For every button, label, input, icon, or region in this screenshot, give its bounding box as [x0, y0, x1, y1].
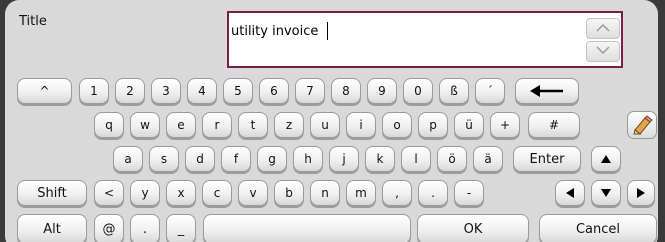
scroll-up-button[interactable] [586, 18, 620, 39]
cursor-left-button[interactable] [555, 180, 585, 206]
key-m[interactable]: m [346, 180, 376, 206]
key-hash[interactable]: # [528, 112, 580, 138]
key-b[interactable]: b [274, 180, 304, 206]
triangle-left-icon [566, 188, 574, 198]
key-8[interactable]: 8 [331, 78, 361, 104]
title-input-value: utility invoice [231, 24, 319, 39]
key-w[interactable]: w [130, 112, 160, 138]
key-5[interactable]: 5 [223, 78, 253, 104]
key-x[interactable]: x [166, 180, 196, 206]
backspace-arrow-icon [530, 85, 563, 97]
edit-button[interactable] [627, 111, 657, 139]
key-v[interactable]: v [238, 180, 268, 206]
key-plus[interactable]: + [490, 112, 520, 138]
title-label: Title [19, 14, 47, 29]
key-dot[interactable]: . [130, 214, 160, 242]
alt-key[interactable]: Alt [17, 214, 87, 242]
key-a-umlaut[interactable]: ä [473, 146, 503, 172]
key-underscore[interactable]: _ [166, 214, 196, 242]
key-7[interactable]: 7 [295, 78, 325, 104]
key-p[interactable]: p [418, 112, 448, 138]
key-t[interactable]: t [238, 112, 268, 138]
key-q[interactable]: q [94, 112, 124, 138]
soft-keyboard-screen: Title utility invoice ^ 1 2 3 4 5 6 7 8 … [0, 0, 665, 242]
cancel-button[interactable]: Cancel [539, 214, 657, 242]
chevron-up-icon [596, 22, 610, 35]
key-o-umlaut[interactable]: ö [437, 146, 467, 172]
cursor-right-button[interactable] [627, 180, 655, 206]
key-s[interactable]: s [149, 146, 179, 172]
key-u-umlaut[interactable]: ü [454, 112, 484, 138]
triangle-down-icon [601, 189, 611, 197]
ok-button[interactable]: OK [417, 214, 529, 242]
key-h[interactable]: h [293, 146, 323, 172]
key-3[interactable]: 3 [151, 78, 181, 104]
enter-key[interactable]: Enter [513, 146, 581, 172]
key-eszett[interactable]: ß [439, 78, 469, 104]
key-a[interactable]: a [113, 146, 143, 172]
key-c[interactable]: c [202, 180, 232, 206]
key-2[interactable]: 2 [115, 78, 145, 104]
chevron-down-icon [596, 45, 610, 58]
key-r[interactable]: r [202, 112, 232, 138]
key-d[interactable]: d [185, 146, 215, 172]
key-6[interactable]: 6 [259, 78, 289, 104]
key-z[interactable]: z [274, 112, 304, 138]
title-input[interactable]: utility invoice [227, 11, 623, 68]
key-e[interactable]: e [166, 112, 196, 138]
key-i[interactable]: i [346, 112, 376, 138]
key-f[interactable]: f [221, 146, 251, 172]
key-less-than[interactable]: < [94, 180, 124, 206]
keyboard-panel: Title utility invoice ^ 1 2 3 4 5 6 7 8 … [5, 0, 658, 242]
key-at[interactable]: @ [94, 214, 124, 242]
key-9[interactable]: 9 [367, 78, 397, 104]
key-g[interactable]: g [257, 146, 287, 172]
key-caret[interactable]: ^ [17, 78, 72, 104]
key-o[interactable]: o [382, 112, 412, 138]
cursor-down-button[interactable] [591, 180, 621, 206]
key-u[interactable]: u [310, 112, 340, 138]
backspace-key[interactable] [515, 78, 579, 104]
key-hyphen[interactable]: - [454, 180, 484, 206]
triangle-up-icon [601, 155, 611, 163]
key-period[interactable]: . [418, 180, 448, 206]
text-caret [327, 22, 328, 40]
cursor-up-button[interactable] [591, 146, 621, 172]
key-acute[interactable]: ´ [475, 78, 505, 104]
shift-key[interactable]: Shift [17, 180, 87, 206]
key-k[interactable]: k [365, 146, 395, 172]
key-0[interactable]: 0 [403, 78, 433, 104]
key-1[interactable]: 1 [79, 78, 109, 104]
key-j[interactable]: j [329, 146, 359, 172]
triangle-right-icon [637, 188, 645, 198]
space-key[interactable] [203, 214, 411, 242]
key-y[interactable]: y [130, 180, 160, 206]
pencil-eraser-icon [633, 115, 653, 135]
key-l[interactable]: l [401, 146, 431, 172]
key-4[interactable]: 4 [187, 78, 217, 104]
key-comma[interactable]: , [382, 180, 412, 206]
scroll-down-button[interactable] [586, 41, 620, 62]
key-n[interactable]: n [310, 180, 340, 206]
